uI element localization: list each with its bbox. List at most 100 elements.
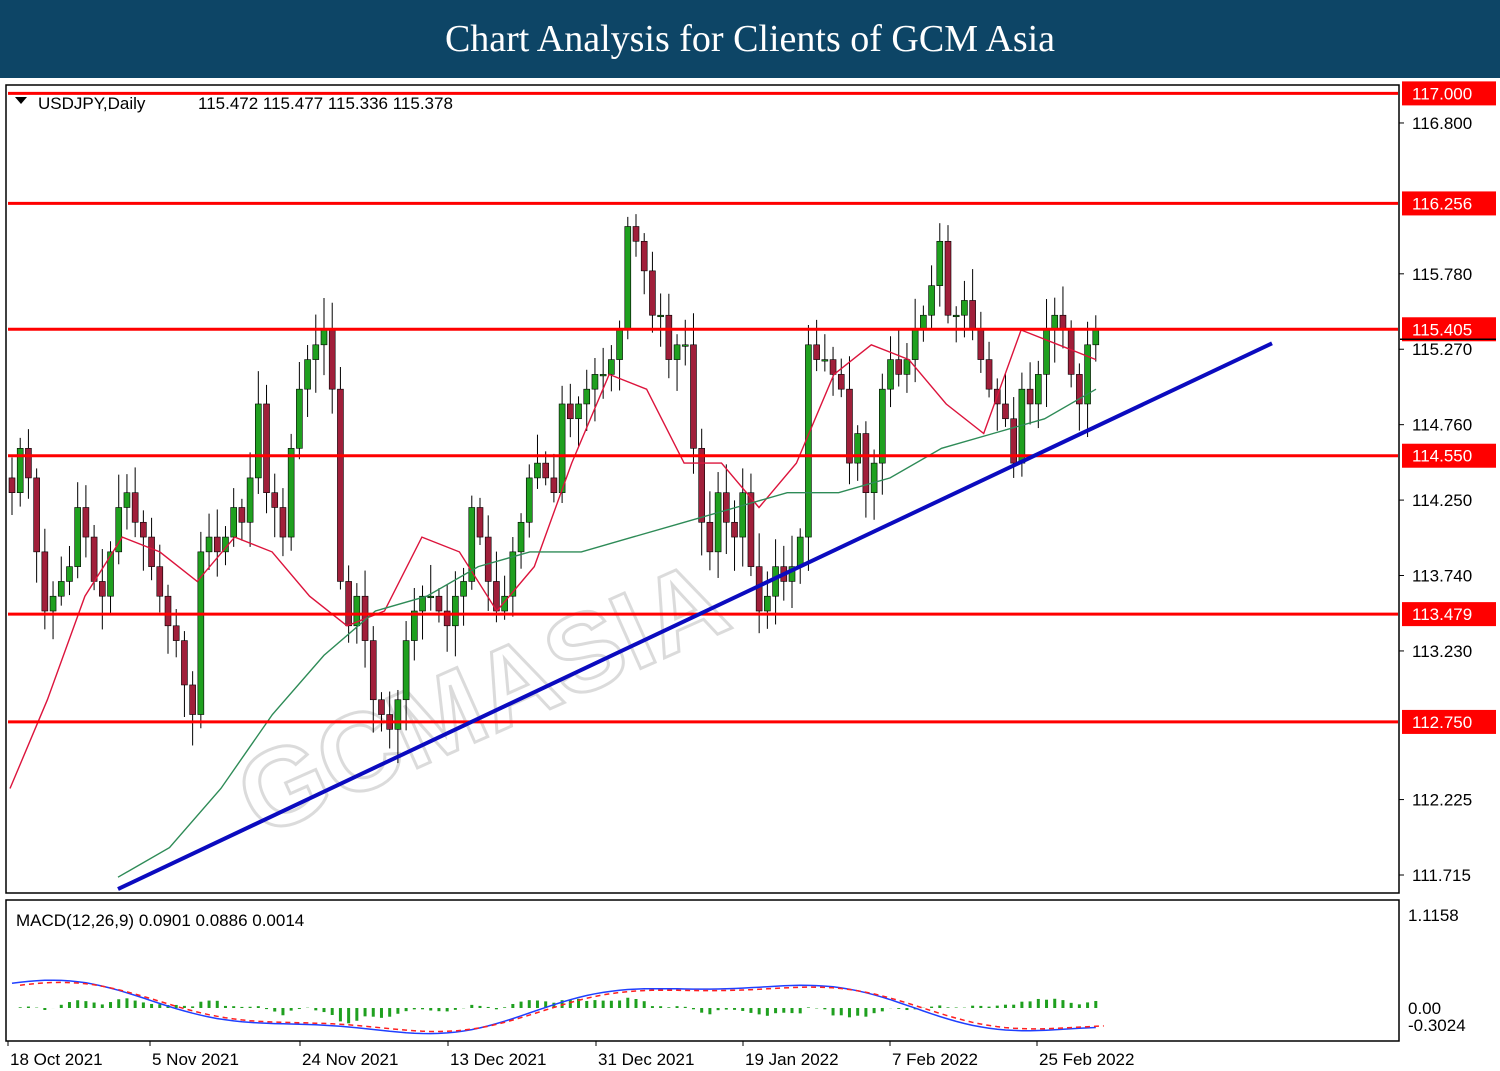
candle-body [25, 448, 32, 479]
candle-body [525, 477, 533, 523]
candle-body [156, 566, 164, 597]
candle-body [903, 359, 911, 375]
candle-body [452, 595, 459, 627]
candle-body [140, 521, 147, 538]
candle-body [189, 684, 196, 715]
y-tick-label: 112.225 [1412, 791, 1472, 810]
candle-body [895, 359, 903, 375]
candle-body [837, 374, 845, 390]
candle-body [328, 329, 336, 390]
candle-body [558, 403, 566, 493]
candle-body [616, 329, 623, 360]
x-tick-label: 7 Feb 2022 [892, 1050, 978, 1069]
level-price-label: 115.405 [1412, 320, 1472, 339]
candle-body [977, 329, 985, 360]
candle-body [435, 595, 443, 612]
candle-body [49, 595, 57, 612]
y-tick-label: 114.250 [1412, 491, 1472, 510]
y-tick-label: 111.715 [1412, 866, 1471, 885]
macd-label: MACD(12,26,9) 0.0901 0.0886 0.0014 [16, 911, 304, 930]
level-price-label: 114.550 [1412, 447, 1472, 466]
candle-body [172, 625, 180, 641]
candle-body [731, 521, 738, 538]
x-tick-label: 31 Dec 2021 [598, 1050, 694, 1069]
level-price-label: 116.256 [1412, 194, 1472, 213]
candle-body [57, 581, 65, 597]
candle-body [337, 388, 344, 582]
candle-body [213, 536, 221, 553]
candle-body [66, 566, 73, 582]
x-tick-label: 5 Nov 2021 [152, 1050, 239, 1069]
candle-body [681, 344, 689, 347]
candle-body [928, 285, 935, 316]
candle-body [1043, 329, 1050, 375]
x-tick-label: 18 Oct 2021 [10, 1050, 103, 1069]
candle-body [673, 344, 681, 360]
candle-body [624, 226, 632, 331]
candle-body [698, 448, 705, 523]
candle-body [887, 359, 894, 390]
candle-body [8, 477, 16, 493]
candle-body [320, 329, 328, 346]
candle-body [1092, 329, 1100, 346]
candle-body [1002, 403, 1009, 420]
y-tick-label: 115.780 [1412, 265, 1472, 284]
candle-body [961, 300, 968, 316]
y-tick-label: 115.270 [1412, 340, 1472, 359]
candle-body [632, 226, 640, 242]
candle-body [772, 566, 779, 597]
candle-body [723, 492, 730, 523]
candle-body [148, 536, 155, 567]
candle-body [739, 492, 747, 538]
candle-body [854, 433, 861, 464]
candle-body [952, 314, 960, 318]
candle-body [205, 536, 213, 553]
candle-body [846, 388, 853, 464]
candle-body [369, 640, 377, 701]
chart-title-banner: Chart Analysis for Clients of GCM Asia [0, 0, 1500, 78]
candle-body [575, 403, 582, 420]
candle-body [764, 595, 771, 612]
candle-body [164, 595, 172, 627]
candle-body [131, 492, 139, 523]
candle-body [706, 521, 714, 553]
candle-body [123, 492, 131, 508]
candle-body [378, 699, 385, 715]
candle-body [583, 388, 591, 405]
candle-body [870, 462, 878, 493]
macd-axis-bottom: -0.3024 [1408, 1016, 1466, 1035]
macd-axis-top: 1.1158 [1408, 906, 1459, 925]
candle-body [41, 551, 49, 612]
y-tick-label: 113.740 [1412, 567, 1472, 586]
candle-body [1067, 329, 1075, 375]
ohlc-values: 115.472 115.477 115.336 115.378 [198, 94, 453, 113]
candle-body [394, 699, 402, 730]
level-price-label: 113.479 [1412, 605, 1472, 624]
candle-body [33, 477, 40, 553]
candle-body [969, 300, 976, 331]
candle-body [255, 403, 262, 479]
candle-body [402, 640, 410, 701]
x-tick-label: 19 Jan 2022 [745, 1050, 839, 1069]
candle-body [936, 240, 944, 286]
candle-body [279, 507, 287, 538]
candle-body [517, 521, 525, 553]
candle-body [534, 462, 541, 479]
candle-body [476, 507, 484, 538]
candle-body [542, 462, 549, 479]
candle-body [985, 359, 993, 390]
y-tick-label: 114.760 [1412, 416, 1472, 435]
candle-body [484, 536, 492, 582]
candle-body [312, 344, 320, 360]
candle-body [82, 507, 90, 538]
candle-body [181, 640, 188, 686]
candle-body [944, 240, 952, 316]
candle-body [263, 403, 270, 493]
candle-body [649, 270, 656, 316]
candle-body [90, 536, 98, 582]
candle-body [427, 595, 435, 599]
x-tick-label: 25 Feb 2022 [1039, 1050, 1134, 1069]
candle-body [567, 403, 574, 420]
chart-canvas: GCMASIA USDJPY,Daily 115.472 115.477 115… [5, 81, 1496, 1069]
y-tick-label: 113.230 [1412, 642, 1472, 661]
